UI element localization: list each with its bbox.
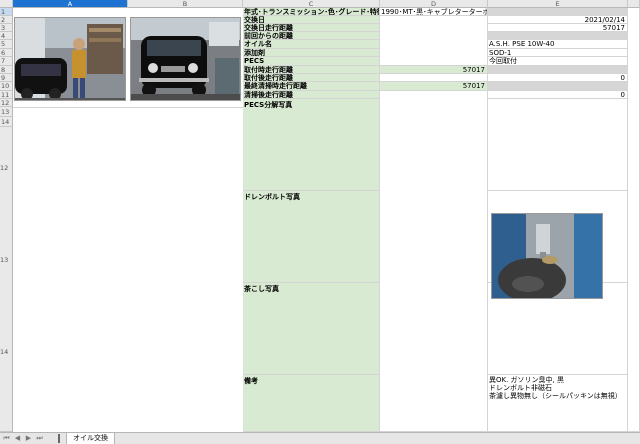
value-additive[interactable]: SOD-1: [488, 49, 628, 57]
garage-photo-image: [15, 18, 125, 100]
row-header-14[interactable]: 14: [0, 117, 13, 127]
drain-bolt-photo-image: [492, 214, 602, 298]
value-change-date[interactable]: 2021/02/14: [488, 16, 628, 24]
cell-e13[interactable]: [488, 99, 628, 191]
tab-divider: [58, 434, 60, 443]
cell-remarks[interactable]: 異OK. ガソリン臭中, 黒 ドレンボルト非磁石 茶濾し異物無し（シールパッキン…: [488, 375, 628, 432]
cell-d-large[interactable]: [380, 91, 488, 432]
cell-e11[interactable]: [488, 82, 628, 91]
last-sheet-icon[interactable]: ⏭: [35, 433, 44, 443]
label-after-install-mileage[interactable]: 取付後走行距離: [243, 74, 380, 82]
value-install-mileage[interactable]: 57017: [380, 66, 488, 74]
label-drain-bolt-photo[interactable]: ドレンボルト写真: [243, 191, 380, 283]
value-last-clean-mileage[interactable]: 57017: [380, 82, 488, 91]
row-header-13[interactable]: 13: [0, 107, 13, 117]
label-oil-name[interactable]: オイル名: [243, 40, 380, 49]
sheet-tab-oil-change[interactable]: オイル交換: [66, 433, 115, 444]
row-header-9[interactable]: 9: [0, 74, 13, 82]
column-header-b[interactable]: B: [128, 0, 243, 8]
value-model-spec[interactable]: 1990･MT･黒･キャブレターターボ: [380, 8, 488, 16]
remark-line-2: ドレンボルト非磁石: [489, 384, 552, 392]
label-remarks[interactable]: 備考: [243, 375, 380, 432]
cell-d10[interactable]: [380, 74, 488, 82]
row-header-label-12: 12: [0, 164, 9, 172]
label-last-clean-mileage[interactable]: 最終清掃時走行距離: [243, 82, 380, 91]
first-sheet-icon[interactable]: ⏮: [2, 433, 11, 443]
column-header-f[interactable]: [628, 0, 640, 8]
label-additive[interactable]: 添加剤: [243, 49, 380, 57]
column-header-c[interactable]: C: [243, 0, 380, 8]
value-oil-name[interactable]: A.S.H. PSE 10W-40: [488, 40, 628, 49]
label-model-spec[interactable]: 年式･トランスミッション･色･グレード･特徴: [243, 8, 380, 16]
value-change-mileage[interactable]: 57017: [488, 24, 628, 32]
row-header-12[interactable]: 12: [0, 99, 13, 107]
cell-d8[interactable]: [380, 57, 488, 66]
remark-line-1: 異OK. ガソリン臭中, 黒: [489, 376, 565, 384]
column-header-e[interactable]: E: [488, 0, 628, 8]
row-header-label-13: 13: [0, 256, 9, 264]
row-header-label-14: 14: [0, 348, 9, 356]
column-header-d[interactable]: D: [380, 0, 488, 8]
label-strainer-photo[interactable]: 茶こし写真: [243, 283, 380, 375]
label-pecs-photo[interactable]: PECS分解写真: [243, 99, 380, 191]
row-header-6[interactable]: 6: [0, 49, 13, 57]
cell-e9[interactable]: [488, 66, 628, 74]
label-install-mileage[interactable]: 取付時走行距離: [243, 66, 380, 74]
black-mini-car-photo[interactable]: [130, 17, 241, 101]
next-sheet-icon[interactable]: ▶: [24, 433, 33, 443]
remark-line-3: 茶濾し異物無し（シールパッキンは無視）: [489, 392, 622, 400]
prev-sheet-icon[interactable]: ◀: [13, 433, 22, 443]
column-f-cells[interactable]: [628, 8, 640, 432]
value-pecs-status[interactable]: 今回取付: [488, 57, 628, 66]
drain-bolt-photo[interactable]: [491, 213, 603, 299]
row-header-4[interactable]: 4: [0, 32, 13, 40]
column-header-a[interactable]: A: [13, 0, 128, 8]
value-after-clean-mileage[interactable]: 0: [488, 91, 628, 99]
label-pecs[interactable]: PECS: [243, 57, 380, 66]
label-change-mileage[interactable]: 交換日走行距離: [243, 24, 380, 32]
label-change-date[interactable]: 交換日: [243, 16, 380, 24]
cell-e5[interactable]: [488, 32, 628, 40]
value-after-install-mileage[interactable]: 0: [488, 74, 628, 82]
label-distance-since-last[interactable]: 前回からの距離: [243, 32, 380, 40]
mini-car-photo-image: [131, 18, 240, 100]
row-header-rest[interactable]: [0, 127, 13, 432]
label-after-clean-mileage[interactable]: 清掃後走行距離: [243, 91, 380, 99]
man-in-garage-photo[interactable]: [14, 17, 126, 101]
cell-e2[interactable]: [488, 8, 628, 16]
